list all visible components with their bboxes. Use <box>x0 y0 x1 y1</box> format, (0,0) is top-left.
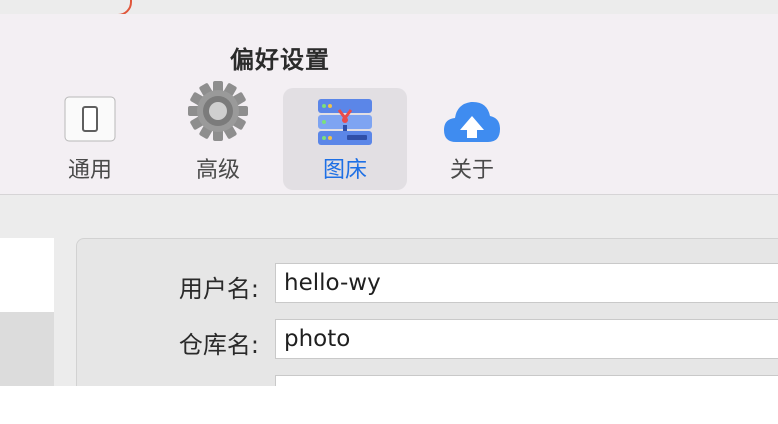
tab-about-label: 关于 <box>449 158 494 183</box>
server-icon <box>318 99 372 145</box>
preferences-window: 偏好设置 通用 高级 图床 关于 用户名: hello-wy 仓库名: phot… <box>0 0 778 386</box>
branch-field[interactable] <box>275 375 778 386</box>
gear-icon <box>188 81 248 141</box>
tab-about[interactable]: 关于 <box>432 88 512 190</box>
sidebar-selected-item[interactable] <box>0 312 54 386</box>
window-title: 偏好设置 <box>230 46 330 74</box>
preferences-toolbar: 偏好设置 通用 高级 图床 关于 <box>0 14 778 195</box>
tab-advanced[interactable]: 高级 <box>178 81 258 190</box>
blank-area <box>0 386 778 424</box>
tab-general-label: 通用 <box>67 158 112 183</box>
tab-advanced-label: 高级 <box>195 158 240 183</box>
tab-image-hosting[interactable]: 图床 <box>283 88 407 190</box>
switch-icon <box>64 96 116 142</box>
username-field[interactable]: hello-wy <box>275 263 778 303</box>
tab-image-hosting-label: 图床 <box>322 158 367 183</box>
tab-general[interactable]: 通用 <box>60 88 120 190</box>
repo-field[interactable]: photo <box>275 319 778 359</box>
repo-label: 仓库名: <box>178 331 259 359</box>
cloud-upload-icon <box>444 101 500 142</box>
settings-panel: 用户名: hello-wy 仓库名: photo 分支 <box>76 238 778 386</box>
username-label: 用户名: <box>178 275 259 303</box>
